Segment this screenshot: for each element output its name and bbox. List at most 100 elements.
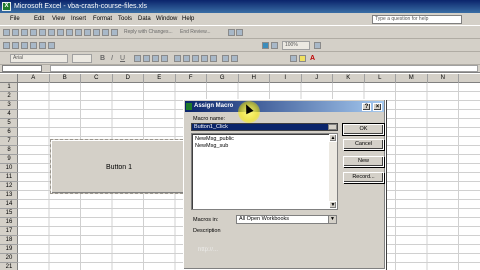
menu-tools[interactable]: Tools [118,13,132,26]
name-box[interactable] [2,65,42,72]
align-left-icon[interactable] [134,55,141,62]
macro-list[interactable]: NewMsg_public NewMsg_sub ▲ ▼ [191,133,338,210]
column-header[interactable]: H [239,74,270,83]
column-header[interactable]: F [176,74,207,83]
column-header[interactable]: L [365,74,396,83]
row-header[interactable]: 5 [0,119,18,128]
autosum-icon[interactable] [30,42,37,49]
menu-view[interactable]: View [52,13,65,26]
record-button[interactable]: Record... [343,172,384,183]
row-header[interactable]: 17 [0,227,18,236]
cancel-button[interactable]: Cancel [343,139,384,150]
copy-icon[interactable] [93,29,100,36]
range-picker-icon[interactable] [328,124,337,130]
format-painter-icon[interactable] [111,29,118,36]
save-icon[interactable] [21,29,28,36]
percent-icon[interactable] [183,55,190,62]
ask-question-input[interactable]: Type a question for help [372,15,462,24]
email-icon[interactable] [39,29,46,36]
row-header[interactable]: 13 [0,191,18,200]
font-size-select[interactable] [72,54,92,63]
font-name-select[interactable]: Arial [10,54,68,63]
ok-button[interactable]: OK [342,123,385,136]
scroll-up-arrow-icon[interactable]: ▲ [329,134,337,142]
merge-center-icon[interactable] [161,55,168,62]
menu-help[interactable]: Help [182,13,194,26]
paste-icon[interactable] [102,29,109,36]
select-all-corner[interactable] [0,74,18,83]
row-header[interactable]: 2 [0,92,18,101]
macro-name-input[interactable]: Button1_Click [191,123,338,131]
font-color-icon[interactable]: A [310,52,315,65]
menu-window[interactable]: Window [156,13,177,26]
column-header[interactable]: G [207,74,239,83]
undo-icon[interactable] [3,42,10,49]
hyperlink-icon[interactable] [21,42,28,49]
underline-icon[interactable]: U [120,52,125,65]
row-header[interactable]: 15 [0,209,18,218]
row-header[interactable]: 11 [0,173,18,182]
row-header[interactable]: 14 [0,200,18,209]
dialog-close-button[interactable]: × [373,103,382,111]
menu-edit[interactable]: Edit [34,13,44,26]
column-header[interactable]: E [144,74,176,83]
chevron-down-icon[interactable]: ▼ [328,216,336,223]
print-icon[interactable] [48,29,55,36]
increase-decimal-icon[interactable] [201,55,208,62]
redo-icon[interactable] [12,42,19,49]
menu-file[interactable]: File [10,13,20,26]
preview-icon[interactable] [57,29,64,36]
align-center-icon[interactable] [143,55,150,62]
column-header[interactable]: K [333,74,365,83]
row-header[interactable]: 8 [0,146,18,155]
column-header[interactable]: J [302,74,333,83]
menu-format[interactable]: Format [93,13,112,26]
increase-indent-icon[interactable] [231,55,238,62]
research-icon[interactable] [75,29,82,36]
column-header[interactable]: C [81,74,113,83]
spelling-icon[interactable] [66,29,73,36]
column-header[interactable]: N [428,74,459,83]
end-review-button[interactable]: End Review... [180,26,211,39]
reply-with-changes-button[interactable]: Reply with Changes... [124,26,173,39]
list-item[interactable]: NewMsg_sub [195,143,228,149]
row-header[interactable]: 10 [0,164,18,173]
scroll-down-arrow-icon[interactable]: ▼ [329,201,337,209]
sort-ascending-icon[interactable] [39,42,46,49]
bold-icon[interactable]: B [100,52,105,65]
menu-data[interactable]: Data [138,13,151,26]
decrease-indent-icon[interactable] [222,55,229,62]
macros-in-select[interactable]: All Open Workbooks ▼ [236,215,337,224]
row-header[interactable]: 21 [0,263,18,270]
row-header[interactable]: 18 [0,236,18,245]
decrease-decimal-icon[interactable] [210,55,217,62]
new-button[interactable]: New [343,156,384,167]
help-icon[interactable] [314,42,321,49]
currency-icon[interactable] [174,55,181,62]
properties-icon[interactable] [271,42,278,49]
row-header[interactable]: 16 [0,218,18,227]
column-header[interactable]: I [270,74,302,83]
drawing-icon[interactable] [236,29,243,36]
dialog-help-button[interactable]: ? [362,103,371,111]
worksheet-form-button[interactable]: Button 1 [50,139,188,194]
sort-descending-icon[interactable] [48,42,55,49]
fill-color-icon[interactable] [299,55,306,62]
permission-icon[interactable] [30,29,37,36]
row-header[interactable]: 3 [0,101,18,110]
column-header[interactable]: M [396,74,428,83]
list-item[interactable]: NewMsg_public [195,136,234,142]
column-header[interactable]: B [50,74,81,83]
scrollbar-track[interactable] [329,142,337,203]
insert-chart-icon[interactable] [228,29,235,36]
column-header[interactable]: D [113,74,144,83]
row-header[interactable]: 6 [0,128,18,137]
row-header[interactable]: 9 [0,155,18,164]
borders-icon[interactable] [290,55,297,62]
open-icon[interactable] [12,29,19,36]
cut-icon[interactable] [84,29,91,36]
row-header[interactable]: 4 [0,110,18,119]
comma-icon[interactable] [192,55,199,62]
row-header[interactable]: 19 [0,245,18,254]
align-right-icon[interactable] [152,55,159,62]
